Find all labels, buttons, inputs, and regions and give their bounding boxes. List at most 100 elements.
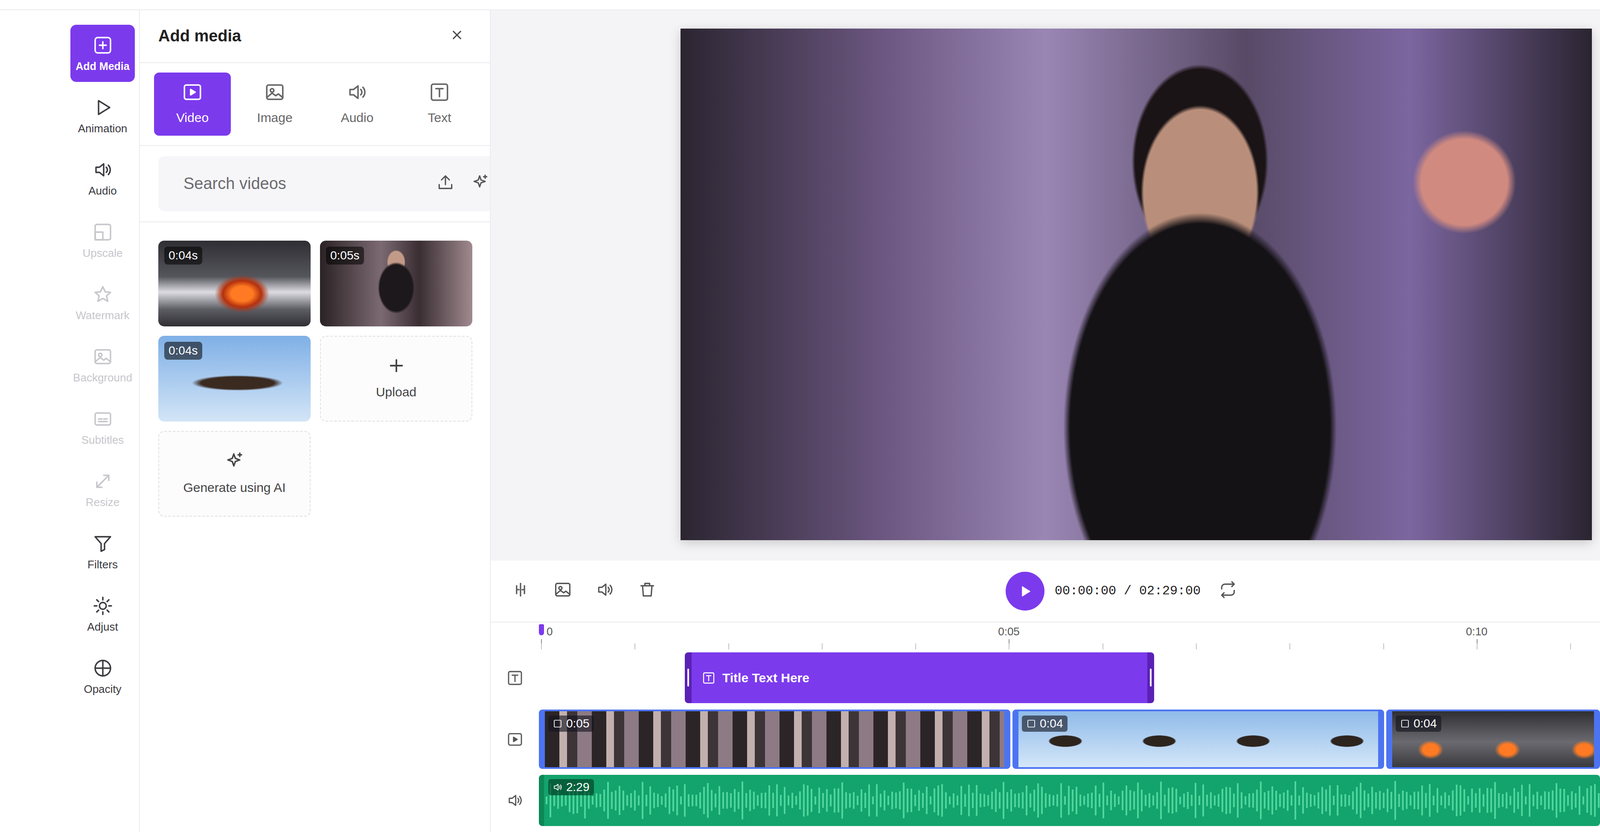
tab-label: Text bbox=[427, 107, 451, 128]
image-icon bbox=[553, 580, 573, 600]
image-icon bbox=[264, 81, 286, 103]
speaker-icon bbox=[92, 159, 114, 181]
media-tabs: VideoImage Audio Text bbox=[139, 63, 490, 146]
rail-label: Opacity bbox=[83, 682, 122, 696]
video-clip[interactable]: 0:04 bbox=[1012, 709, 1385, 769]
plus-icon bbox=[386, 355, 407, 376]
ruler-scale[interactable]: 00:050:10 bbox=[538, 622, 1600, 650]
rail-item[interactable]: Adjust bbox=[70, 585, 135, 643]
rail-item: Upscale bbox=[70, 211, 135, 269]
search-input[interactable] bbox=[182, 171, 420, 197]
editor: 00:00:00/02:29:0000:050:10Title Text Her… bbox=[490, 10, 1600, 832]
ruler-label: 0 bbox=[546, 625, 553, 638]
video-preview[interactable] bbox=[680, 28, 1592, 541]
ruler-spacer bbox=[490, 622, 539, 650]
rail-label: Filters bbox=[87, 558, 118, 571]
play-button[interactable] bbox=[1005, 571, 1045, 611]
clip-badge: 0:04 bbox=[1395, 715, 1442, 732]
generate-tile[interactable]: Generate using AI bbox=[158, 430, 311, 517]
close-button[interactable] bbox=[449, 27, 465, 46]
waveform bbox=[544, 774, 1600, 827]
video-clip[interactable]: 0:04 bbox=[1386, 709, 1600, 769]
media-tab[interactable]: Text bbox=[401, 72, 478, 136]
text-track: Title Text Here bbox=[490, 652, 1600, 704]
split-button[interactable] bbox=[511, 580, 530, 603]
timeline: 00:050:10Title Text Here 0:05 0:04 0:04 2:29 bbox=[490, 621, 1600, 832]
upload-button[interactable] bbox=[436, 172, 455, 195]
rail-label: Watermark bbox=[75, 308, 130, 322]
clip-icon bbox=[1399, 718, 1411, 729]
clip-duration: 0:04 bbox=[1413, 716, 1438, 731]
add-media-panel: Add mediaVideoImageAudioText0:04s0:05s0:… bbox=[139, 10, 491, 832]
video-thumbnail[interactable]: 0:04s bbox=[158, 335, 311, 422]
resize-icon bbox=[92, 471, 114, 492]
rail-item-content: Animation bbox=[70, 87, 135, 145]
rail-label: Resize bbox=[85, 495, 120, 509]
ai-search-button[interactable] bbox=[471, 172, 490, 195]
delete-button[interactable] bbox=[637, 580, 657, 603]
speaker-icon bbox=[346, 81, 368, 103]
track-lane: 0:05 0:04 0:04 bbox=[538, 709, 1600, 769]
speaker-icon bbox=[552, 782, 563, 793]
rail-item[interactable]: Opacity bbox=[70, 647, 135, 705]
clip-duration: 2:29 bbox=[566, 779, 590, 795]
sparkle-icon bbox=[471, 172, 490, 192]
text-icon bbox=[506, 669, 524, 687]
playhead[interactable] bbox=[538, 624, 544, 636]
subtitles-icon bbox=[92, 408, 114, 430]
rail-label: Animation bbox=[78, 122, 128, 135]
rail-item: Subtitles bbox=[70, 398, 135, 456]
loop-icon bbox=[1218, 580, 1238, 600]
speaker-icon bbox=[506, 791, 524, 809]
rail-label: Upscale bbox=[82, 246, 123, 260]
rail-item: Resize bbox=[70, 460, 135, 518]
time-separator: / bbox=[1123, 581, 1132, 601]
track-header bbox=[490, 774, 539, 827]
video-icon bbox=[506, 730, 524, 748]
video-clip[interactable]: 0:05 bbox=[538, 709, 1011, 769]
rail-item[interactable]: Animation bbox=[70, 87, 135, 145]
rail-item[interactable]: Filters bbox=[70, 523, 135, 581]
trash-icon bbox=[637, 580, 657, 600]
text-clip[interactable]: Title Text Here bbox=[684, 652, 1155, 704]
audio-track: 2:29 bbox=[490, 774, 1600, 827]
player-toolbar: 00:00:00/02:29:00 bbox=[490, 560, 1600, 622]
audio-clip[interactable]: 2:29 bbox=[538, 774, 1600, 827]
clip-duration: 0:05 bbox=[566, 716, 590, 731]
rail-label: Add Media bbox=[75, 59, 130, 73]
video-thumbnail[interactable]: 0:05s bbox=[320, 240, 473, 327]
rail-item[interactable]: Add Media bbox=[70, 24, 135, 82]
tool-rail: Add MediaAnimationAudioUpscaleWatermarkB… bbox=[0, 10, 140, 832]
upload-icon bbox=[436, 172, 455, 192]
speaker-icon bbox=[595, 580, 615, 600]
add-media-icon bbox=[92, 34, 114, 56]
rail-item[interactable]: Audio bbox=[70, 149, 135, 207]
search-box bbox=[158, 156, 490, 212]
tile-label: Upload bbox=[375, 382, 417, 402]
upload-tile[interactable]: Upload bbox=[320, 335, 473, 422]
rail-item-content: Opacity bbox=[70, 647, 135, 705]
video-thumbnail[interactable]: 0:04s bbox=[158, 240, 311, 327]
rail-item-content: Resize bbox=[70, 460, 135, 518]
loop-button[interactable] bbox=[1218, 580, 1238, 603]
ruler-label: 0:10 bbox=[1466, 625, 1488, 638]
time-ruler: 00:050:10 bbox=[490, 621, 1600, 650]
sparkle-icon bbox=[224, 450, 245, 472]
rail-item-content: Filters bbox=[70, 523, 135, 581]
playback-controls: 00:00:00/02:29:00 bbox=[1005, 571, 1238, 611]
image-button[interactable] bbox=[553, 580, 573, 603]
toolbar-tools bbox=[511, 580, 657, 603]
media-tab[interactable]: Video bbox=[154, 72, 231, 136]
media-tab[interactable]: Audio bbox=[318, 72, 396, 136]
total-time: 02:29:00 bbox=[1139, 581, 1201, 601]
rail-item: Watermark bbox=[70, 273, 135, 332]
rail-item-content: Subtitles bbox=[70, 398, 135, 456]
rail-item-content: Watermark bbox=[70, 273, 135, 332]
play-icon bbox=[92, 97, 114, 118]
tab-label: Audio bbox=[340, 107, 374, 128]
volume-button[interactable] bbox=[595, 580, 615, 603]
media-tab[interactable]: Image bbox=[236, 72, 314, 136]
video-clips: 0:05 0:04 0:04 bbox=[538, 709, 1600, 769]
rail-item-content: Audio bbox=[70, 149, 135, 207]
rail-label: Audio bbox=[88, 184, 117, 198]
